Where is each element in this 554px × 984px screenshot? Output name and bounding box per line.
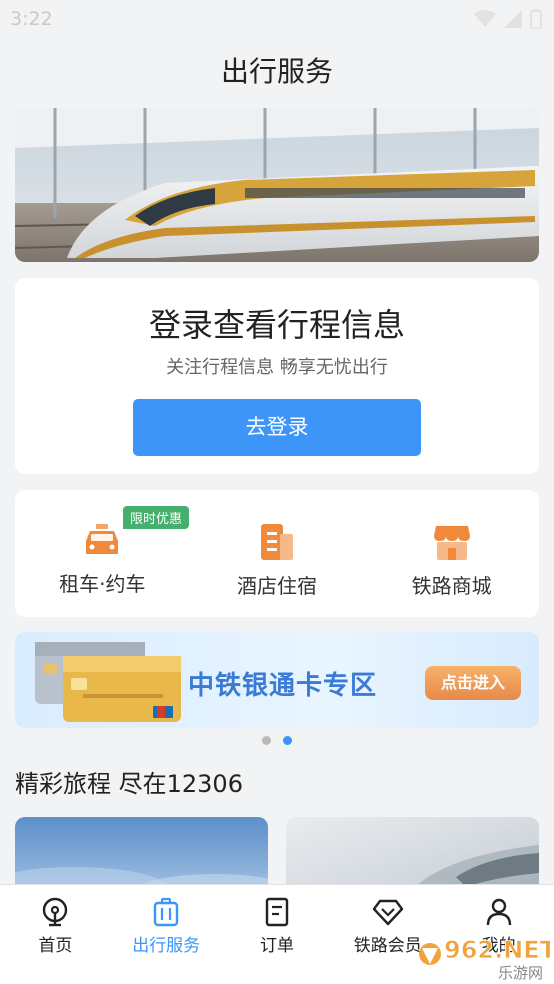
tab-travel-service[interactable]: 出行服务 xyxy=(111,885,222,984)
train-home-icon xyxy=(43,897,68,927)
service-label: 酒店住宿 xyxy=(237,574,317,598)
banner-enter-button[interactable]: 点击进入 xyxy=(425,666,521,700)
hero-banner[interactable] xyxy=(15,108,539,262)
page-title: 出行服务 xyxy=(220,55,333,88)
hotel-icon xyxy=(261,524,293,560)
diamond-icon xyxy=(372,899,403,926)
service-shop[interactable]: 铁路商城 xyxy=(364,490,539,617)
banner-title: 中铁银通卡专区 xyxy=(188,671,378,701)
login-button[interactable]: 去登录 xyxy=(133,399,421,456)
login-card-title: 登录查看行程信息 xyxy=(148,306,405,344)
wifi-icon xyxy=(474,10,496,27)
tab-label: 订单 xyxy=(259,936,294,956)
car-icon xyxy=(86,524,119,554)
service-label: 铁路商城 xyxy=(411,574,492,598)
order-list-icon xyxy=(265,897,289,927)
carousel-indicator xyxy=(0,736,554,745)
watermark-text: 962.NET xyxy=(444,936,550,964)
battery-icon xyxy=(530,9,542,29)
tab-orders[interactable]: 订单 xyxy=(222,885,333,984)
luggage-icon xyxy=(153,897,179,927)
tab-home[interactable]: 首页 xyxy=(0,885,111,984)
service-car-rental[interactable]: 限时优惠 租车·约车 xyxy=(15,490,190,617)
service-hotel[interactable]: 酒店住宿 xyxy=(190,490,365,617)
bank-card-banner[interactable]: 中铁银通卡专区 点击进入 xyxy=(15,632,539,728)
tab-label: 铁路会员 xyxy=(353,936,422,956)
carousel-dot[interactable] xyxy=(262,736,271,745)
login-card-subtitle: 关注行程信息 畅享无忧出行 xyxy=(166,357,388,378)
system-icons xyxy=(474,9,542,29)
signal-icon xyxy=(504,10,522,28)
site-watermark: 962.NET 乐游网 xyxy=(418,928,554,982)
promo-badge: 限时优惠 xyxy=(123,506,190,529)
carousel-dot-active[interactable] xyxy=(283,736,292,745)
section-title: 精彩旅程 尽在12306 xyxy=(15,770,243,798)
tab-label: 出行服务 xyxy=(132,936,201,956)
watermark-sub: 乐游网 xyxy=(498,964,543,982)
tab-label: 首页 xyxy=(38,936,73,956)
login-card: 登录查看行程信息 关注行程信息 畅享无忧出行 去登录 xyxy=(15,278,539,474)
service-label: 租车·约车 xyxy=(59,572,146,596)
bank-card-graphic xyxy=(35,642,181,722)
status-bar: 3:22 xyxy=(0,0,554,38)
train-photo xyxy=(15,108,539,262)
shop-icon xyxy=(433,526,470,560)
services-card: 限时优惠 租车·约车 酒店住宿 铁路商城 xyxy=(15,490,539,617)
person-icon xyxy=(486,898,511,926)
status-time: 3:22 xyxy=(10,8,53,30)
watermark-logo: 962.NET 乐游网 xyxy=(419,936,554,982)
